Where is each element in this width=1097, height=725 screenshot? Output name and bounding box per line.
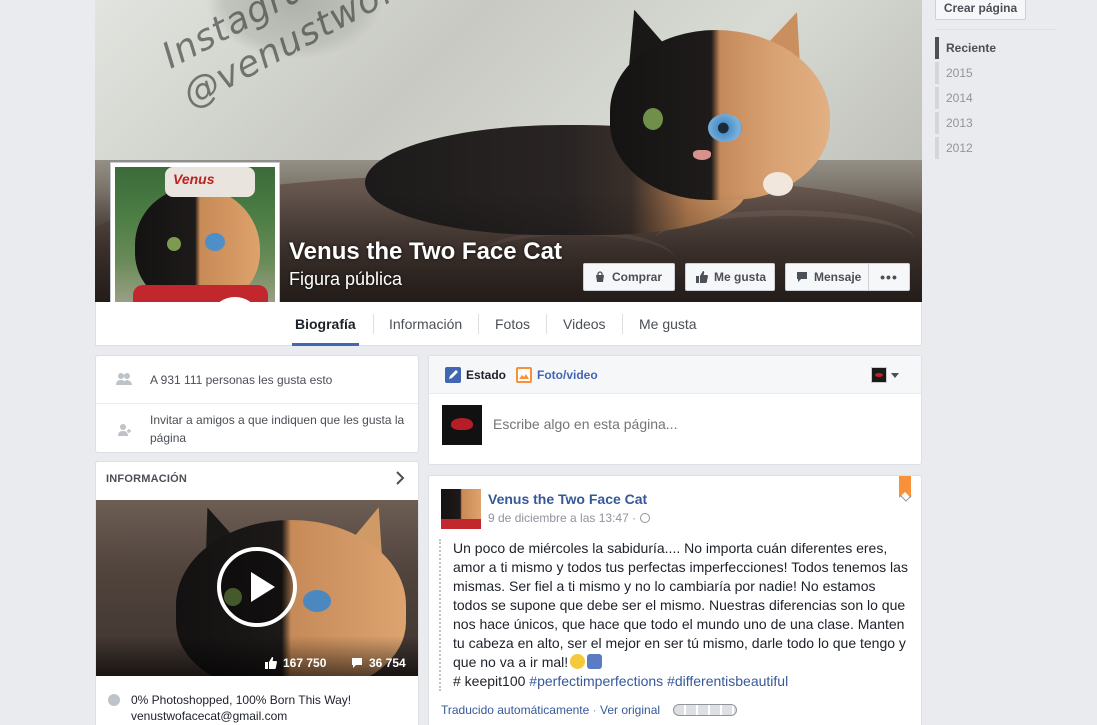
post-timestamp-text: 9 de diciembre a las 13:47 · <box>488 511 637 525</box>
composer-tab-status-label: Estado <box>466 368 507 382</box>
video-likes-count: 167 750 <box>283 656 327 670</box>
chevron-down-icon[interactable] <box>891 373 899 378</box>
photo-icon <box>516 367 532 383</box>
composer-tabs: Estado Foto/video <box>429 356 921 394</box>
information-heading[interactable]: INFORMACIÓN <box>106 473 187 485</box>
tab-videos[interactable]: Videos <box>563 302 606 346</box>
cat-eye-green <box>643 108 663 130</box>
buy-button[interactable]: Comprar <box>583 263 675 291</box>
about-row: 0% Photoshopped, 100% Born This Way! ven… <box>106 692 406 724</box>
tab-information[interactable]: Información <box>389 302 462 346</box>
video-likes: 167 750 <box>265 656 326 670</box>
cat-nose <box>693 150 711 160</box>
cat-eye-blue <box>708 114 742 142</box>
page-tab-bar: Biografía Información Fotos Videos Me gu… <box>95 302 922 346</box>
tab-divider <box>622 314 623 334</box>
shopping-bag-icon <box>594 271 606 283</box>
see-original-link[interactable]: Ver original <box>600 703 660 717</box>
more-options-button[interactable]: ••• <box>868 263 910 291</box>
post-author-avatar[interactable] <box>441 489 481 529</box>
card-divider <box>96 403 418 404</box>
hashtag-link[interactable]: #differentisbeautiful <box>667 673 788 689</box>
tab-biography[interactable]: Biografía <box>292 302 359 346</box>
likes-card: A 931 111 personas les gusta esto Invita… <box>95 355 419 453</box>
create-page-button[interactable]: Crear página <box>935 0 1026 20</box>
buy-button-label: Comprar <box>612 270 663 284</box>
info-icon <box>108 694 120 706</box>
tab-likes[interactable]: Me gusta <box>639 302 697 346</box>
hat-lettering: Venus <box>173 171 215 187</box>
timeline-year-2012[interactable]: 2012 <box>935 137 1025 159</box>
composer-tab-photo-label: Foto/video <box>537 368 598 382</box>
comment-icon <box>352 658 362 668</box>
thumbs-up-icon <box>696 271 708 283</box>
hashtag-link[interactable]: #perfectimperfections <box>529 673 663 689</box>
composer-input[interactable] <box>493 414 893 434</box>
video-comments-count: 36 754 <box>369 656 406 670</box>
cat-eye-blue <box>303 590 331 612</box>
composer-tab-status[interactable]: Estado <box>445 367 506 383</box>
rail-divider <box>935 29 1057 30</box>
post-text: Un poco de miércoles la sabiduría.... No… <box>453 540 908 670</box>
like-button-label: Me gusta <box>714 270 767 284</box>
timeline-post: Venus the Two Face Cat 9 de diciembre a … <box>428 475 922 725</box>
post-author-name[interactable]: Venus the Two Face Cat <box>488 491 647 507</box>
tab-divider <box>373 314 374 334</box>
chevron-right-icon[interactable] <box>394 470 406 486</box>
tab-divider <box>478 314 479 334</box>
contact-email[interactable]: venustwofacecat@gmail.com <box>106 708 406 724</box>
composer-tab-photo-video[interactable]: Foto/video <box>516 367 598 383</box>
post-tag: # keepit100 <box>453 673 526 689</box>
page-category[interactable]: Figura pública <box>289 269 402 290</box>
information-card: INFORMACIÓN 167 750 36 754 0% Photoshopp… <box>95 461 419 725</box>
cat-eye-blue <box>205 233 225 251</box>
timeline-year-recent[interactable]: Reciente <box>935 37 1025 59</box>
globe-icon <box>640 513 651 523</box>
video-comments: 36 754 <box>351 656 406 670</box>
tab-photos[interactable]: Fotos <box>495 302 530 346</box>
post-body: Un poco de miércoles la sabiduría.... No… <box>439 539 913 691</box>
translation-bar: Traducido automáticamente · Ver original <box>441 703 738 717</box>
timeline-year-2015[interactable]: 2015 <box>935 62 1025 84</box>
add-person-icon <box>116 423 132 437</box>
chat-bubble-icon <box>796 271 808 283</box>
post-as-avatar[interactable] <box>871 367 887 383</box>
invite-friends-text: Invitar a amigos a que indiquen que les … <box>150 413 405 445</box>
likes-count-text: A 931 111 personas les gusta esto <box>150 373 333 387</box>
featured-video[interactable]: 167 750 36 754 <box>96 500 418 676</box>
post-composer: Estado Foto/video <box>428 355 922 465</box>
thumbs-up-emoji-icon <box>587 654 603 669</box>
thumbs-up-icon <box>265 657 277 669</box>
pencil-icon <box>445 367 461 383</box>
message-button-label: Mensaje <box>814 270 862 284</box>
separator: · <box>592 703 597 717</box>
message-button[interactable]: Mensaje <box>785 263 869 291</box>
timeline-year-2013[interactable]: 2013 <box>935 112 1025 134</box>
auto-translated-label[interactable]: Traducido automáticamente <box>441 703 589 717</box>
people-icon <box>116 372 132 386</box>
post-timestamp[interactable]: 9 de diciembre a las 13:47 · <box>488 511 651 525</box>
like-button[interactable]: Me gusta <box>685 263 775 291</box>
kiss-emoji-icon <box>570 654 586 669</box>
composer-avatar <box>442 405 482 445</box>
cat-eye-green <box>167 237 181 251</box>
tab-divider <box>546 314 547 334</box>
page-title[interactable]: Venus the Two Face Cat <box>289 238 562 266</box>
translation-rating[interactable] <box>673 704 738 716</box>
bio-text: 0% Photoshopped, 100% Born This Way! <box>131 693 352 707</box>
timeline-year-2014[interactable]: 2014 <box>935 87 1025 109</box>
play-icon[interactable] <box>217 547 297 627</box>
